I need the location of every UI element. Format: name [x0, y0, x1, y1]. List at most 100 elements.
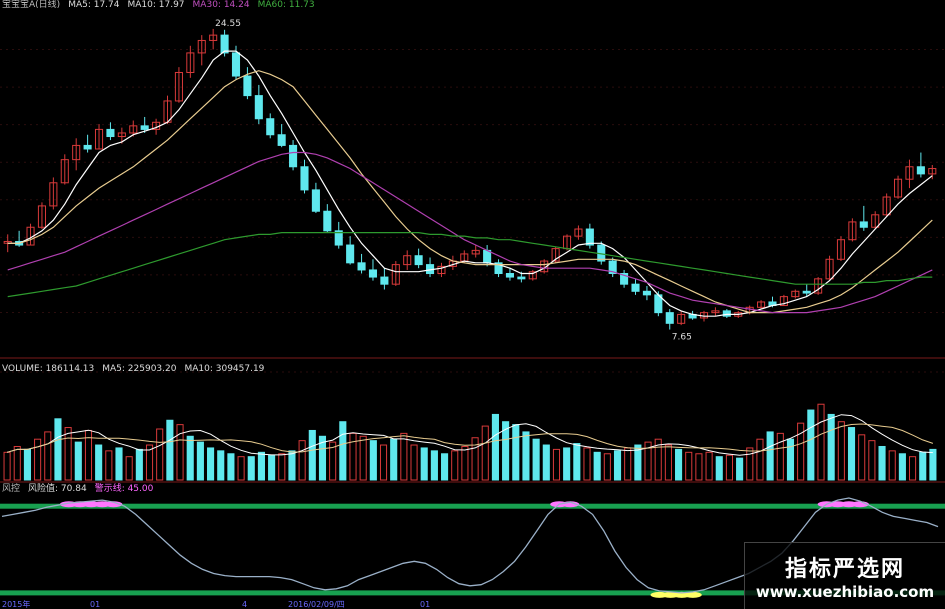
candle-body: [631, 283, 640, 292]
candle-body: [254, 95, 263, 120]
header-item: 警示线: 45.00: [95, 482, 154, 494]
axis-label: 4: [242, 600, 247, 609]
volume-bar: [613, 450, 622, 481]
header-item: MA10: 309457.19: [184, 364, 264, 374]
volume-bar: [827, 413, 835, 481]
candle-body: [859, 221, 868, 228]
watermark: 指标严选网 www.xuezhibiao.com: [744, 542, 945, 609]
volume-bar: [268, 454, 276, 481]
volume-bar: [766, 431, 774, 481]
candle-body: [414, 255, 423, 266]
volume-bar: [573, 443, 581, 481]
candle-body: [243, 75, 252, 97]
candle-body: [300, 166, 309, 191]
volume-bar: [542, 444, 550, 481]
price-header: 宝宝宝A(日线) MA5: 17.74 MA10: 17.97 MA30: 14.24…: [2, 0, 315, 10]
header-item: 风险值: 70.84: [28, 482, 87, 494]
volume-bar: [593, 451, 601, 481]
candle-body: [665, 312, 674, 324]
volume-bar: [522, 431, 530, 481]
volume-bar: [919, 451, 927, 481]
header-item: MA10: 17.97: [128, 0, 185, 10]
candle: [722, 309, 731, 318]
watermark-url: www.xuezhibiao.com: [755, 583, 935, 601]
watermark-title: 指标严选网: [784, 557, 905, 582]
volume-bar: [196, 441, 204, 481]
candle-body: [642, 290, 651, 296]
volume-bar: [715, 456, 723, 481]
volume-bar: [74, 441, 82, 481]
volume-bar: [95, 444, 103, 481]
volume-bar: [929, 448, 937, 481]
volume-bar: [135, 448, 143, 481]
volume-bar: [207, 447, 215, 481]
volume-bar: [532, 438, 540, 481]
chart-background: [0, 0, 945, 609]
candle-body: [289, 144, 298, 168]
volume-bar: [491, 413, 499, 481]
volume-bar: [247, 456, 255, 481]
volume-bar: [308, 429, 316, 481]
axis-label: 2015年: [2, 599, 30, 609]
candle-body: [323, 210, 332, 232]
volume-bar: [390, 438, 398, 481]
candle-body: [231, 52, 241, 77]
header-item: 风控: [2, 482, 20, 494]
candle-body: [346, 244, 355, 264]
candle-body: [220, 34, 229, 54]
candle-body: [140, 125, 149, 130]
volume-bar: [115, 447, 123, 481]
volume-bar: [339, 421, 347, 481]
volume-bar: [441, 453, 449, 481]
volume-bar: [512, 424, 520, 481]
volume-bar: [288, 450, 296, 481]
candle-body: [722, 310, 731, 317]
volume-bar: [878, 445, 886, 481]
axis-label: 01: [90, 600, 100, 609]
candle-body: [483, 249, 492, 264]
volume-bar: [369, 440, 377, 481]
volume-bar: [898, 453, 906, 481]
axis-label: 01: [420, 600, 430, 609]
candle-body: [106, 128, 115, 138]
volume-bar: [807, 409, 815, 481]
volume-bar: [847, 427, 856, 481]
volume-bar: [257, 451, 265, 481]
header-item: VOLUME: 186114.13: [2, 364, 94, 374]
candle-body: [277, 134, 286, 146]
volume-bar: [675, 448, 683, 481]
candle-body: [368, 269, 378, 278]
candle-body: [311, 189, 320, 212]
candle-body: [357, 262, 366, 271]
price-annotation: 24.55: [215, 19, 241, 29]
candle-body: [517, 276, 526, 280]
candle-body: [916, 166, 925, 175]
axis-label: 2016/02/09/四: [288, 600, 345, 609]
volume-bar: [430, 450, 438, 481]
volume-header: VOLUME: 186114.13 MA5: 225903.20 MA10: 309…: [2, 364, 265, 374]
volume-bar: [54, 418, 62, 481]
price-annotation: 7.65: [672, 333, 692, 343]
volume-bar: [786, 438, 795, 481]
candle-body: [83, 144, 92, 150]
volume-bar: [227, 453, 235, 481]
volume-bar: [563, 447, 571, 481]
upper-band: [0, 503, 945, 509]
candle-body: [266, 118, 275, 136]
volume-bar: [166, 419, 174, 481]
header-item: MA5: 17.74: [68, 0, 120, 10]
candle-body: [585, 228, 594, 246]
volume-bar: [23, 448, 31, 481]
header-item: 宝宝宝A(日线): [2, 0, 60, 10]
volume-bar: [217, 450, 225, 481]
header-item: MA5: 225903.20: [102, 364, 176, 374]
volume-bar: [736, 457, 744, 481]
candle-body: [802, 290, 811, 294]
stock-chart: 24.55 7.65 宝宝宝A(日线) MA5: 17.74 MA10: 17.97 M…: [0, 0, 945, 609]
volume-bar: [420, 447, 428, 481]
candle-body: [505, 273, 514, 278]
header-item: MA30: 14.24: [193, 0, 250, 10]
candle-body: [380, 276, 389, 285]
header-item: MA60: 11.73: [258, 0, 315, 10]
volume-bar: [186, 435, 194, 481]
